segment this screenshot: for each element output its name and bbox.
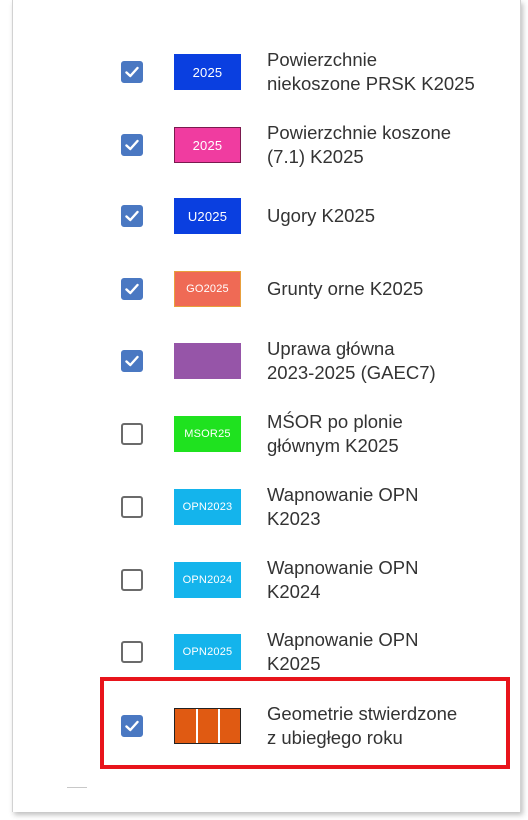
layer-label-line: K2023 [267, 508, 321, 529]
layer-label-line: Grunty orne K2025 [267, 278, 424, 299]
layer-label-line: Wapnowanie OPN [267, 557, 419, 578]
layer-label-line: K2025 [267, 653, 321, 674]
layer-checkbox[interactable] [121, 641, 143, 663]
swatch-opn2025: OPN2025 [174, 634, 241, 670]
swatch-uprawa-glowna [174, 343, 241, 379]
layer-legend-panel: 2025 Powierzchnie niekoszone PRSK K2025 202… [12, 0, 521, 812]
layer-label-line: Powierzchnie [267, 49, 378, 70]
layer-label-line: MŚOR po plonie [267, 411, 403, 432]
checkmark-icon [125, 283, 139, 295]
checkmark-icon [125, 66, 139, 78]
swatch-label: GO2025 [186, 283, 229, 295]
swatch-label: MSOR25 [184, 428, 231, 440]
layer-label-line: niekoszone PRSK K2025 [267, 73, 475, 94]
swatch-label: 2025 [192, 137, 223, 153]
swatch-ugory: U2025 [174, 198, 241, 234]
swatch-label: OPN2025 [182, 646, 233, 658]
layer-label: Powierzchnie koszone (7.1) K2025 [267, 121, 497, 169]
swatch-grunty-orne: GO2025 [174, 271, 241, 307]
layer-label: Uprawa główna 2023-2025 (GAEC7) [267, 337, 497, 385]
layer-label-line: Ugory K2025 [267, 205, 375, 226]
layer-label-line: Uprawa główna [267, 338, 395, 359]
layer-label-line: 2023-2025 (GAEC7) [267, 362, 436, 383]
layer-label: Powierzchnie niekoszone PRSK K2025 [267, 48, 497, 96]
swatch-msor: MSOR25 [174, 416, 241, 452]
layer-label-line: K2024 [267, 581, 321, 602]
swatch-label: 2025 [192, 64, 223, 80]
divider [67, 787, 87, 788]
layer-label: Wapnowanie OPN K2023 [267, 483, 497, 531]
checkmark-icon [125, 210, 139, 222]
layer-label-line: Powierzchnie koszone [267, 122, 452, 143]
layer-checkbox[interactable] [121, 134, 143, 156]
layer-label-line: (7.1) K2025 [267, 146, 364, 167]
layer-label-line: Wapnowanie OPN [267, 629, 419, 650]
swatch-label: U2025 [187, 208, 228, 224]
layer-checkbox[interactable] [121, 496, 143, 518]
layer-label: MŚOR po plonie głównym K2025 [267, 410, 497, 458]
layer-checkbox[interactable] [121, 61, 143, 83]
highlight-box [100, 677, 510, 769]
swatch-prsk-niekoszone: 2025 [174, 54, 241, 90]
checkmark-icon [125, 139, 139, 151]
swatch-label: OPN2023 [182, 501, 233, 513]
layer-checkbox[interactable] [121, 569, 143, 591]
layer-checkbox[interactable] [121, 278, 143, 300]
layer-checkbox[interactable] [121, 423, 143, 445]
swatch-opn2024: OPN2024 [174, 562, 241, 598]
layer-checkbox[interactable] [121, 350, 143, 372]
layer-label: Grunty orne K2025 [267, 277, 497, 301]
layer-label: Wapnowanie OPN K2025 [267, 628, 497, 676]
layer-label: Ugory K2025 [267, 204, 497, 228]
layer-label-line: Wapnowanie OPN [267, 484, 419, 505]
swatch-koszone: 2025 [174, 127, 241, 163]
swatch-label: OPN2024 [182, 574, 233, 586]
swatch-opn2023: OPN2023 [174, 489, 241, 525]
checkmark-icon [125, 355, 139, 367]
layer-label: Wapnowanie OPN K2024 [267, 556, 497, 604]
layer-label-line: głównym K2025 [267, 435, 399, 456]
layer-checkbox[interactable] [121, 205, 143, 227]
